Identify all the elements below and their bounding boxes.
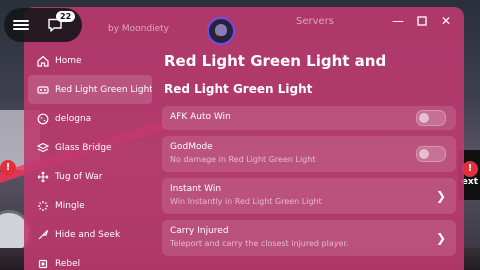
servers-tab[interactable]: Servers: [296, 16, 334, 27]
sidebar-item-tug-of-war[interactable]: Tug of War: [24, 162, 154, 191]
cpu-icon: [36, 257, 49, 270]
hamburger-icon: [13, 18, 29, 32]
sidebar-item-home[interactable]: Home: [24, 46, 154, 75]
sidebar-item-label: Hide and Seek: [55, 229, 121, 240]
sidebar-item-label: Rebel: [55, 258, 81, 269]
chat-button[interactable]: 22: [38, 8, 76, 42]
option-carry-injured[interactable]: Carry Injured Teleport and carry the clo…: [162, 220, 456, 256]
sidebar-item-rebel[interactable]: Rebel: [24, 249, 154, 270]
alert-icon-left: !: [0, 160, 16, 176]
layers-icon: [36, 141, 49, 154]
traffic-icon: [36, 83, 49, 96]
author-credit: by Moondiety: [108, 24, 169, 34]
maximize-icon[interactable]: [414, 13, 430, 29]
sidebar-item-label: delogna: [55, 113, 92, 124]
option-title: Instant Win: [170, 184, 222, 194]
roblox-topbar: 22: [4, 8, 82, 42]
page-title: Red Light Green Light and: [164, 52, 387, 70]
home-icon: [36, 54, 49, 67]
option-afk-auto-win[interactable]: AFK Auto Win: [162, 106, 456, 130]
user-avatar[interactable]: [207, 17, 235, 45]
close-icon[interactable]: ✕: [438, 13, 454, 29]
content-panel: Red Light Green Light and Red Light Gree…: [162, 47, 456, 270]
sidebar-item-label: Red Light Green Light and: [55, 84, 152, 95]
afk-auto-win-toggle[interactable]: [416, 110, 446, 126]
chevron-right-icon[interactable]: ❯: [436, 231, 446, 245]
sidebar-item-glass-bridge[interactable]: Glass Bridge: [24, 133, 154, 162]
cookie-icon: [36, 112, 49, 125]
sidebar-item-red-light-green-light[interactable]: Red Light Green Light and: [28, 75, 152, 104]
sidebar: Home Red Light Green Light and delogna G…: [24, 46, 154, 270]
option-description: Teleport and carry the closest injured p…: [170, 239, 349, 248]
minimize-icon[interactable]: —: [390, 13, 406, 29]
move-icon: [36, 170, 49, 183]
window-controls: — ✕: [390, 13, 454, 29]
section-title: Red Light Green Light: [164, 82, 313, 96]
sidebar-item-delogna[interactable]: delogna: [24, 104, 154, 133]
sidebar-item-label: Mingle: [55, 200, 85, 211]
sidebar-item-mingle[interactable]: Mingle: [24, 191, 154, 220]
sidebar-item-label: Glass Bridge: [55, 142, 112, 153]
sidebar-item-label: Home: [55, 55, 82, 66]
sidebar-item-label: Tug of War: [55, 171, 103, 182]
chevron-right-icon[interactable]: ❯: [436, 189, 446, 203]
option-title: AFK Auto Win: [170, 112, 231, 122]
option-instant-win[interactable]: Instant Win Win Instantly in Red Light G…: [162, 178, 456, 214]
option-godmode[interactable]: GodMode No damage in Red Light Green Lig…: [162, 136, 456, 172]
sidebar-item-hide-and-seek[interactable]: Hide and Seek: [24, 220, 154, 249]
option-description: No damage in Red Light Green Light: [170, 155, 316, 164]
window-header[interactable]: Servers — ✕: [24, 7, 464, 45]
godmode-toggle[interactable]: [416, 146, 446, 162]
knife-icon: [36, 228, 49, 241]
option-title: GodMode: [170, 142, 213, 152]
loader-icon: [36, 199, 49, 212]
chat-unread-badge: 22: [56, 11, 76, 22]
option-description: Win Instantly in Red Light Green Light: [170, 197, 322, 206]
option-title: Carry Injured: [170, 226, 229, 236]
alert-icon-right: !: [462, 161, 478, 177]
hamburger-menu-button[interactable]: [4, 8, 38, 42]
hud-text-fragment: ext: [461, 177, 478, 187]
script-hub-window: Servers — ✕ by Moondiety Home Red Light …: [24, 7, 464, 270]
